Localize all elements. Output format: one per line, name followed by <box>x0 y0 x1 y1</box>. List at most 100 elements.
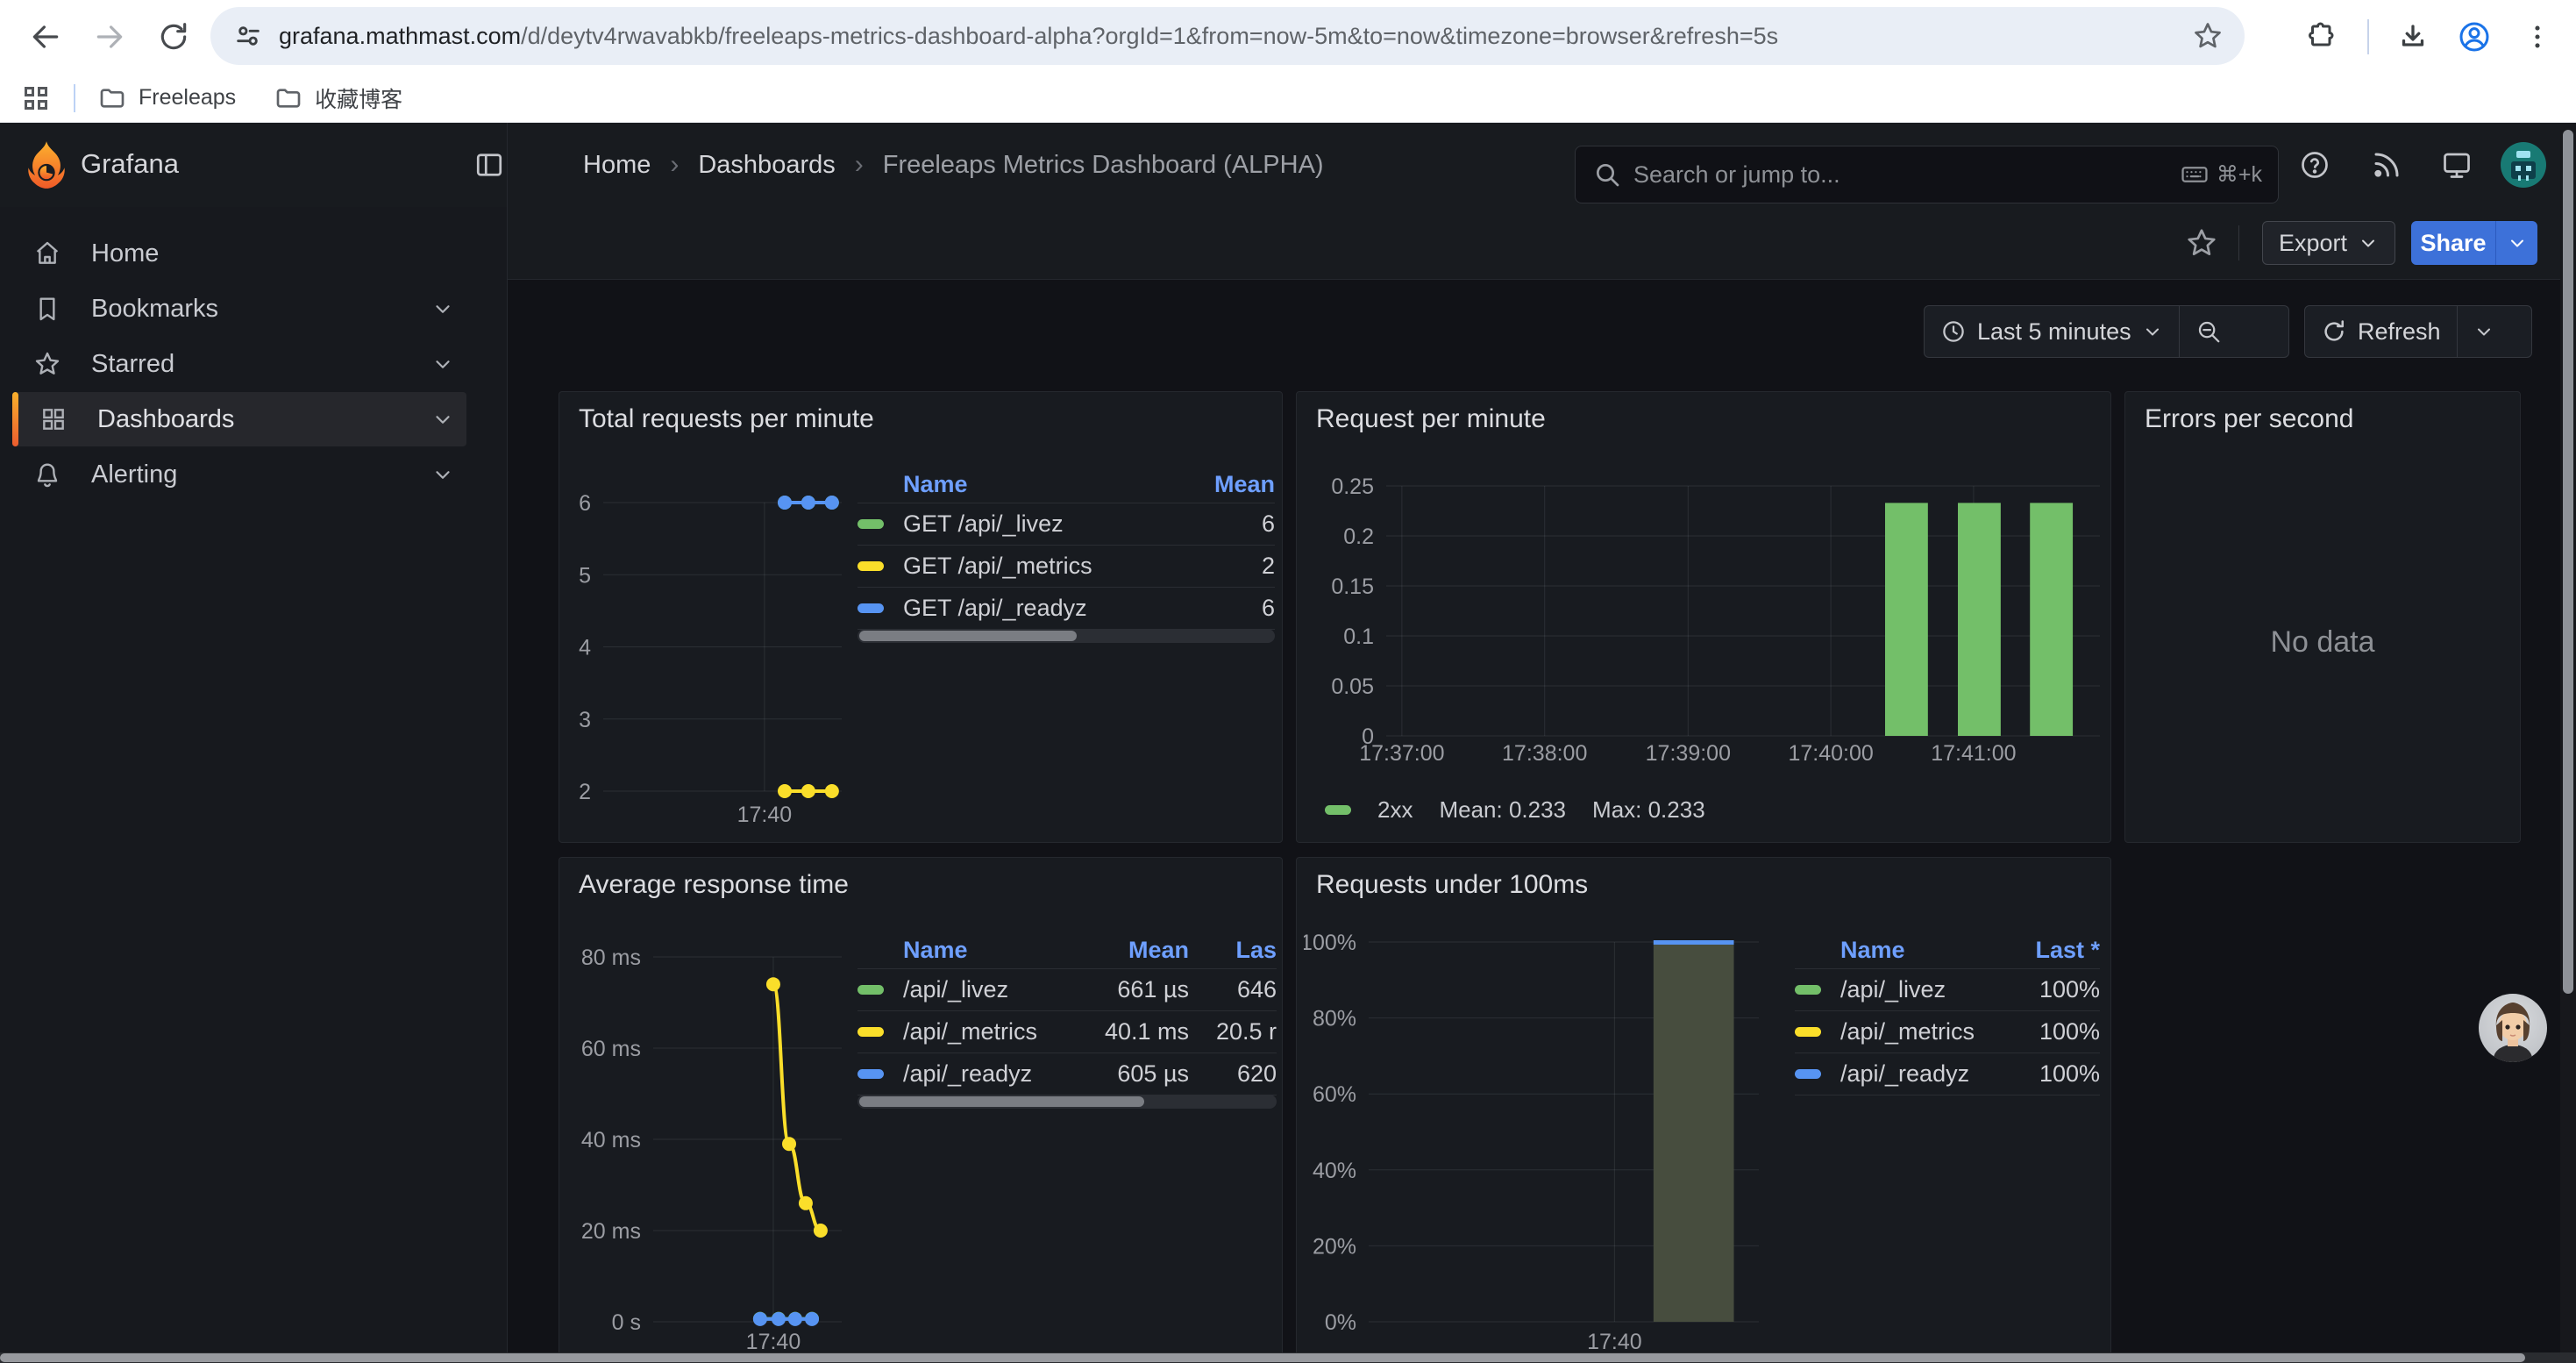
svg-text:40%: 40% <box>1313 1159 1356 1183</box>
chevron-down-icon[interactable] <box>431 353 454 375</box>
dashboards-grid-icon <box>39 405 68 433</box>
sidebar-toggle-icon[interactable] <box>473 149 505 181</box>
news-rss-icon[interactable] <box>2371 149 2402 181</box>
legend-column-header[interactable]: Mean <box>1170 471 1275 498</box>
panel-total-requests-per-minute[interactable]: Total requests per minute 6543217:40 Nam… <box>559 391 1283 843</box>
svg-text:60 ms: 60 ms <box>581 1037 641 1061</box>
chevron-down-icon <box>2473 321 2494 342</box>
zoom-out-button[interactable] <box>2180 306 2238 357</box>
user-avatar[interactable] <box>2501 142 2546 188</box>
sidebar-item-label: Alerting <box>91 460 177 489</box>
bookmark-star-icon[interactable] <box>2192 20 2224 52</box>
downloads-button[interactable] <box>2387 11 2439 63</box>
legend-column-header[interactable]: Las <box>1189 937 1277 964</box>
profile-icon <box>2457 19 2492 54</box>
svg-text:40 ms: 40 ms <box>581 1128 641 1152</box>
forward-button[interactable] <box>83 11 136 63</box>
page-vertical-scrollbar[interactable] <box>2560 123 2576 1363</box>
legend-row[interactable]: /api/_readyz605 µs620 <box>857 1053 1277 1095</box>
help-icon[interactable] <box>2299 149 2330 181</box>
extensions-button[interactable] <box>2295 11 2348 63</box>
folder-icon <box>98 84 126 112</box>
sidebar-item-dashboards[interactable]: Dashboards <box>12 392 466 446</box>
legend-row[interactable]: /api/_metrics40.1 ms20.5 r <box>857 1011 1277 1053</box>
star-icon <box>33 350 61 378</box>
series-color-pill <box>1795 1027 1821 1037</box>
breadcrumb-dashboards[interactable]: Dashboards <box>698 151 835 180</box>
profile-button[interactable] <box>2448 11 2501 63</box>
chevron-down-icon[interactable] <box>431 408 454 431</box>
site-controls-icon[interactable] <box>233 21 263 51</box>
chevron-down-icon[interactable] <box>431 297 454 320</box>
back-button[interactable] <box>19 11 72 63</box>
panel-request-per-minute[interactable]: Request per minute 0.250.20.150.10.05017… <box>1296 391 2111 843</box>
bookmark-folder-freeleaps[interactable]: Freeleaps <box>98 84 236 112</box>
legend-row[interactable]: /api/_livez661 µs646 <box>857 969 1277 1011</box>
legend-row[interactable]: GET /api/_readyz6 <box>857 588 1275 630</box>
url-bar[interactable]: grafana.mathmast.com/d/deytv4rwavabkb/fr… <box>210 7 2245 65</box>
legend-table[interactable]: NameMeanLas/api/_livez661 µs646/api/_met… <box>857 931 1277 1095</box>
series-color-pill <box>1795 1069 1821 1079</box>
chevron-down-icon[interactable] <box>431 463 454 486</box>
sidebar-item-starred[interactable]: Starred <box>12 337 466 391</box>
reload-button[interactable] <box>147 11 200 63</box>
legend-column-header[interactable]: Mean <box>1066 937 1189 964</box>
legend-column-header[interactable]: Name <box>1795 937 1995 964</box>
legend-table[interactable]: NameMean GET /api/_livez6GET /api/_metric… <box>857 466 1275 630</box>
bookmarks-bar: Freeleaps 收藏博客 <box>0 74 2576 123</box>
time-range-picker[interactable]: Last 5 minutes <box>1925 306 2179 357</box>
search-input[interactable] <box>1632 161 2180 189</box>
legend-column-header[interactable]: Last * <box>1995 937 2100 964</box>
scrollbar-thumb[interactable] <box>2563 130 2573 994</box>
share-dropdown-button[interactable] <box>2495 221 2537 265</box>
breadcrumb-home[interactable]: Home <box>583 151 651 180</box>
panel-average-response-time[interactable]: Average response time 80 ms60 ms40 ms20 … <box>559 857 1283 1363</box>
bookmark-folder-blogs[interactable]: 收藏博客 <box>274 82 402 114</box>
chart-legend[interactable]: 2xxMean: 0.233Max: 0.233 <box>1325 794 1705 825</box>
svg-text:2: 2 <box>579 780 591 804</box>
legend-row[interactable]: GET /api/_metrics2 <box>857 546 1275 588</box>
legend-scrollbar[interactable] <box>857 629 1275 643</box>
legend-row[interactable]: GET /api/_livez6 <box>857 503 1275 546</box>
legend-item: Max: 0.233 <box>1592 796 1705 824</box>
bookmark-label: Freeleaps <box>139 85 236 111</box>
search-box[interactable]: ⌘+k <box>1575 146 2279 203</box>
svg-text:5: 5 <box>579 563 591 588</box>
panel-errors-per-second[interactable]: Errors per second No data <box>2124 391 2521 843</box>
page-horizontal-scrollbar[interactable] <box>0 1352 2576 1363</box>
legend-row[interactable]: /api/_livez100% <box>1795 969 2100 1011</box>
assistant-avatar[interactable] <box>2479 994 2547 1062</box>
legend-column-header[interactable]: Name <box>857 937 1066 964</box>
sidebar-item-home[interactable]: Home <box>12 226 466 281</box>
legend-scrollbar[interactable] <box>857 1095 1277 1109</box>
legend-row[interactable]: /api/_readyz100% <box>1795 1053 2100 1095</box>
extensions-puzzle-icon <box>2306 21 2338 53</box>
share-button[interactable]: Share <box>2411 221 2495 265</box>
monitor-icon[interactable] <box>2441 149 2473 181</box>
sidebar: Home Bookmarks Starred Dashboards Alerti… <box>0 207 508 1363</box>
favorite-star-icon[interactable] <box>2185 226 2218 260</box>
export-button[interactable]: Export <box>2262 221 2395 265</box>
browser-menu-button[interactable] <box>2511 11 2564 63</box>
refresh-interval-dropdown[interactable] <box>2458 306 2510 357</box>
refresh-icon <box>2321 318 2347 345</box>
sidebar-item-bookmarks[interactable]: Bookmarks <box>12 282 466 336</box>
svg-text:0.05: 0.05 <box>1331 674 1374 699</box>
series-color-pill <box>1325 805 1351 815</box>
sidebar-item-alerting[interactable]: Alerting <box>12 447 466 502</box>
svg-text:17:39:00: 17:39:00 <box>1646 741 1731 766</box>
svg-text:0.15: 0.15 <box>1331 574 1374 599</box>
breadcrumb: Home › Dashboards › Freeleaps Metrics Da… <box>583 123 1324 207</box>
apps-grid-icon[interactable] <box>25 87 47 110</box>
chevron-down-icon <box>2507 232 2528 253</box>
legend-column-header[interactable]: Name <box>857 471 1170 498</box>
refresh-button[interactable]: Refresh <box>2305 306 2457 357</box>
legend-table[interactable]: NameLast * /api/_livez100%/api/_metrics10… <box>1795 931 2100 1095</box>
svg-text:4: 4 <box>579 636 591 660</box>
grafana-logo-icon[interactable] <box>23 140 70 189</box>
panel-requests-under-100ms[interactable]: Requests under 100ms 100%80%60%40%20%0%1… <box>1296 857 2111 1363</box>
series-color-pill <box>857 603 884 613</box>
scrollbar-thumb[interactable] <box>0 1353 2525 1362</box>
legend-row[interactable]: /api/_metrics100% <box>1795 1011 2100 1053</box>
svg-text:0.2: 0.2 <box>1343 525 1374 549</box>
